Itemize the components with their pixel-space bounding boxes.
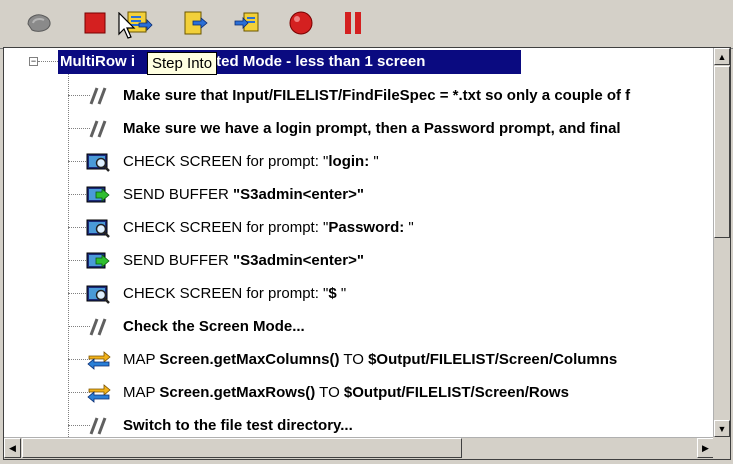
tree-connector	[68, 95, 90, 96]
label-keyword: TO	[315, 384, 344, 401]
check-screen-icon	[86, 152, 110, 172]
scrollbar-corner	[713, 437, 730, 459]
tree-connector	[68, 326, 90, 327]
send-buffer-icon	[86, 185, 110, 205]
map-arrows-icon	[86, 350, 111, 370]
scroll-left-button[interactable]: ◀	[4, 438, 21, 458]
step-out-icon	[234, 12, 259, 32]
label-keyword: SEND BUFFER	[123, 252, 234, 269]
tree-node-label: CHECK SCREEN for prompt: "login: "	[123, 153, 379, 170]
scroll-down-button[interactable]: ▼	[714, 420, 730, 437]
tree-node-label: Check the Screen Mode...	[123, 318, 305, 335]
label-value: login:	[328, 153, 374, 170]
label-keyword: TO	[339, 351, 369, 368]
label-value: $Output/FILELIST/Screen/Columns	[368, 351, 618, 368]
root-label-end: nted Mode - less than 1 screen	[207, 53, 426, 70]
horizontal-scroll-thumb[interactable]	[22, 438, 462, 458]
label-value: Password:	[328, 219, 409, 236]
tree-node-check[interactable]: CHECK SCREEN for prompt: "login: "	[4, 146, 714, 178]
tree-node-check[interactable]: CHECK SCREEN for prompt: "Password: "	[4, 212, 714, 244]
disabled-run-icon	[27, 14, 51, 32]
script-tree-panel: − MultiRow i nted Mode - less than 1 scre…	[3, 47, 731, 460]
record-icon	[289, 11, 313, 35]
label-keyword: "	[373, 153, 379, 170]
label-keyword: "	[408, 219, 414, 236]
tree-node-label: CHECK SCREEN for prompt: "$ "	[123, 285, 346, 302]
tree-root-node[interactable]: MultiRow i nted Mode - less than 1 screen	[58, 50, 521, 74]
tree-node-map[interactable]: MAP Screen.getMaxRows() TO $Output/FILEL…	[4, 377, 714, 409]
stop-button[interactable]	[80, 8, 110, 38]
tree-connector	[68, 425, 90, 426]
label-keyword: CHECK SCREEN for prompt: "	[123, 285, 329, 302]
tree-node-check[interactable]: CHECK SCREEN for prompt: "$ "	[4, 278, 714, 310]
tree-node-comment[interactable]: Make sure we have a login prompt, then a…	[4, 113, 714, 145]
label-keyword: MAP	[123, 351, 160, 368]
scroll-right-button[interactable]: ▶	[697, 438, 714, 458]
step-over-icon	[184, 11, 208, 35]
collapse-toggle[interactable]: −	[29, 57, 38, 66]
tree-node-label: MAP Screen.getMaxRows() TO $Output/FILEL…	[123, 384, 569, 401]
tree-node-send[interactable]: SEND BUFFER "S3admin<enter>"	[4, 245, 714, 277]
send-buffer-icon	[86, 251, 110, 271]
label-value: Make sure we have a login prompt, then a…	[123, 120, 621, 137]
label-value: Screen.getMaxColumns()	[159, 351, 340, 368]
label-keyword: MAP	[123, 384, 160, 401]
tree-node-label: SEND BUFFER "S3admin<enter>"	[123, 186, 364, 203]
stop-icon	[84, 12, 106, 34]
check-screen-icon	[86, 218, 110, 238]
label-value: $	[328, 285, 341, 302]
horizontal-scrollbar[interactable]: ◀ ▶	[4, 437, 714, 459]
comment-icon	[88, 86, 110, 106]
label-keyword: CHECK SCREEN for prompt: "	[123, 153, 329, 170]
tree-node-label: Switch to the file test directory...	[123, 417, 353, 434]
root-label-start: MultiRow i	[60, 53, 135, 70]
tree-node-send[interactable]: SEND BUFFER "S3admin<enter>"	[4, 179, 714, 211]
vertical-scrollbar[interactable]: ▲ ▼	[713, 48, 730, 437]
label-value: Check the Screen Mode...	[123, 318, 305, 335]
label-value: Switch to the file test directory...	[123, 417, 353, 434]
step-over-button[interactable]	[180, 8, 210, 38]
scroll-up-button[interactable]: ▲	[714, 48, 730, 65]
label-value: "S3admin<enter>"	[233, 186, 364, 203]
comment-icon	[88, 416, 110, 436]
toolbar	[0, 0, 733, 49]
script-tree[interactable]: − MultiRow i nted Mode - less than 1 scre…	[4, 48, 714, 437]
comment-icon	[88, 119, 110, 139]
tree-node-label: CHECK SCREEN for prompt: "Password: "	[123, 219, 414, 236]
tree-connector	[68, 128, 90, 129]
label-keyword: "	[340, 285, 347, 302]
tree-node-comment[interactable]: Switch to the file test directory...	[4, 410, 714, 437]
pause-button[interactable]	[338, 8, 368, 38]
step-out-button[interactable]	[232, 8, 262, 38]
label-value: "S3admin<enter>"	[233, 252, 364, 269]
label-value: $Output/FILELIST/Screen/Rows	[343, 384, 569, 401]
label-value: Make sure that Input/FILELIST/FindFileSp…	[123, 87, 631, 104]
check-screen-icon	[86, 284, 110, 304]
tree-node-label: Make sure we have a login prompt, then a…	[123, 120, 621, 137]
pause-icon	[345, 12, 361, 34]
vertical-scroll-thumb[interactable]	[714, 66, 730, 238]
label-keyword: CHECK SCREEN for prompt: "	[123, 219, 329, 236]
tree-guide-line	[38, 61, 58, 62]
record-button[interactable]	[286, 8, 316, 38]
step-into-tooltip: Step Into	[147, 52, 218, 75]
tree-node-map[interactable]: MAP Screen.getMaxColumns() TO $Output/FI…	[4, 344, 714, 376]
run-button[interactable]	[24, 8, 54, 38]
tree-node-comment[interactable]: Check the Screen Mode...	[4, 311, 714, 343]
mouse-pointer-icon	[118, 12, 136, 39]
comment-icon	[88, 317, 110, 337]
tree-node-label: Make sure that Input/FILELIST/FindFileSp…	[123, 87, 630, 104]
tree-node-label: SEND BUFFER "S3admin<enter>"	[123, 252, 364, 269]
label-keyword: SEND BUFFER	[123, 186, 234, 203]
map-arrows-icon	[86, 383, 111, 403]
label-value: Screen.getMaxRows()	[159, 384, 316, 401]
tree-node-comment[interactable]: Make sure that Input/FILELIST/FindFileSp…	[4, 80, 714, 112]
tree-node-label: MAP Screen.getMaxColumns() TO $Output/FI…	[123, 351, 617, 368]
